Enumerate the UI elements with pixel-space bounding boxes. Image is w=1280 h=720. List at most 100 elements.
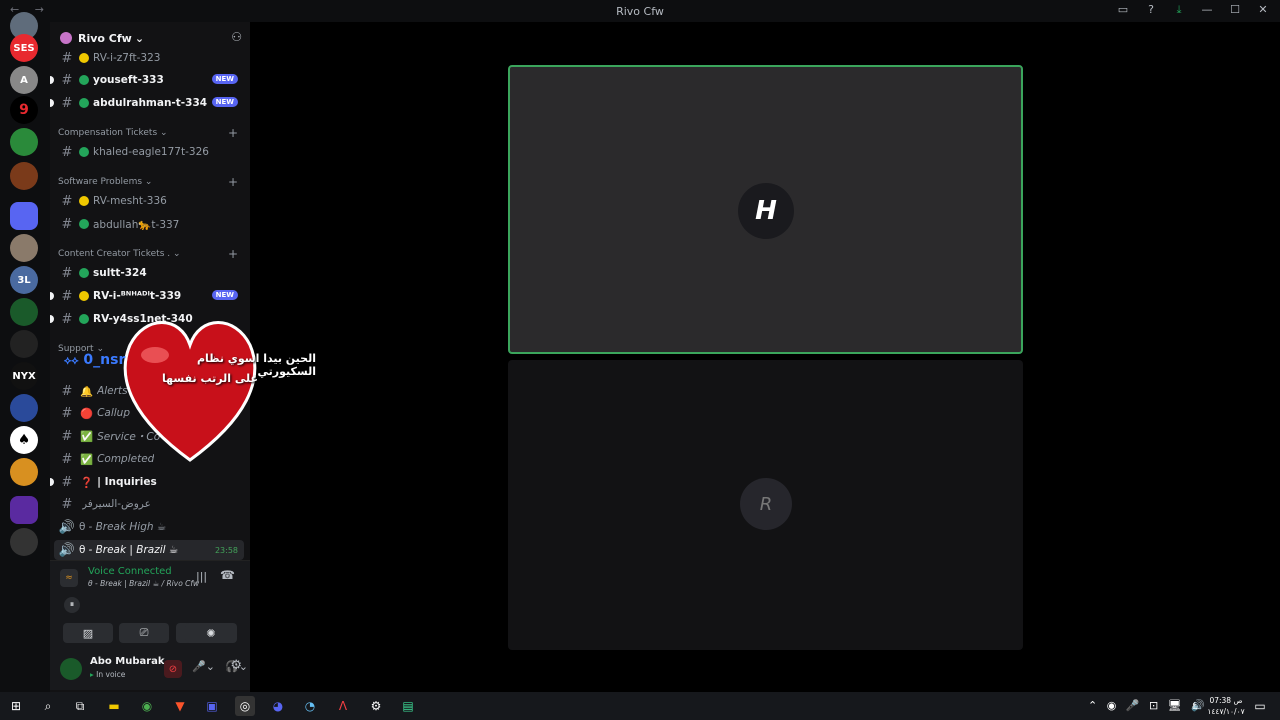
clock-time: 07:38 ص [1209, 696, 1243, 705]
server-icon[interactable]: ♠ [10, 426, 38, 454]
steam-icon[interactable]: ◔ [300, 696, 320, 716]
add-channel-icon[interactable]: + [228, 126, 238, 140]
close-button[interactable]: ✕ [1256, 3, 1270, 17]
channel-name: RV-i-z7ft-323 [93, 52, 161, 64]
username[interactable]: Abo Mubarak [90, 656, 165, 667]
task-view-icon[interactable]: ⧉ [70, 696, 90, 716]
folder-icon[interactable] [10, 202, 38, 230]
server-icon[interactable]: SES [10, 34, 38, 62]
channel-name: - Break | Brazil ☕ [88, 544, 179, 556]
noise-suppression-icon[interactable]: ||| [196, 570, 207, 583]
channel-emoji: ❓ [80, 476, 94, 489]
input-language[interactable]: ع [1192, 700, 1197, 710]
add-channel-icon[interactable]: + [228, 175, 238, 189]
participant-tile-speaking[interactable]: H [508, 65, 1023, 354]
help-icon[interactable]: ? [1144, 3, 1158, 17]
krisp-icon[interactable]: ⏸ [64, 597, 80, 613]
camera-off-button[interactable]: ▨ [63, 623, 113, 643]
server-icon[interactable] [10, 458, 38, 486]
voice-channel-name[interactable]: θ - Break | Brazil ☕ / Rivo Cfw [88, 579, 199, 588]
server-icon[interactable]: A [10, 66, 38, 94]
category-label: Compensation Tickets [58, 128, 158, 138]
voice-channel-item[interactable]: 🔊 θ - Break High ☕ [54, 517, 244, 537]
start-button[interactable]: ⊞ [6, 696, 26, 716]
status-dot [79, 75, 89, 85]
channel-item[interactable]: # youseft-333 NEW [50, 70, 244, 90]
folder-icon[interactable] [10, 496, 38, 524]
hash-icon: # [61, 144, 73, 160]
server-icon[interactable] [10, 394, 38, 422]
overlay-line2: على الرتب نفسها [162, 372, 258, 385]
server-icon[interactable]: 3L [10, 266, 38, 294]
server-icon[interactable] [10, 298, 38, 326]
server-icon[interactable] [10, 128, 38, 156]
category-label: Content Creator Tickets . [58, 249, 171, 259]
app-icon[interactable]: ▣ [202, 696, 222, 716]
channel-item[interactable]: # sultt-324 [54, 263, 244, 283]
discord-icon[interactable]: ◕ [268, 696, 288, 716]
overlay-user: ⟡⟡ 0_nsr [64, 352, 125, 368]
app-icon[interactable]: ▤ [398, 696, 418, 716]
server-icon[interactable]: 9 [10, 96, 38, 124]
server-icon[interactable] [10, 528, 38, 556]
channel-name: RV-mesht-336 [93, 195, 167, 207]
server-icon[interactable] [10, 330, 38, 358]
hash-icon: # [61, 288, 73, 304]
inbox-icon[interactable]: ▭ [1116, 3, 1130, 17]
notification-icon[interactable]: ▭ [1250, 696, 1270, 716]
chrome-icon[interactable]: ◉ [137, 696, 157, 716]
category-software[interactable]: Software Problems ⌄ + [58, 175, 238, 189]
server-icon[interactable]: NYX [10, 362, 38, 390]
channel-item[interactable]: # عروض-السيرفر [54, 494, 244, 514]
status-dot [79, 291, 89, 301]
unread-pip [50, 292, 54, 300]
server-icon[interactable] [10, 234, 38, 262]
download-icon[interactable]: ⤓ [1172, 3, 1186, 17]
clock-date: ١٤٤٧/١٠/٠٧ [1207, 707, 1245, 716]
channel-item[interactable]: # RV-i-z7ft-323 [54, 48, 244, 68]
hash-icon: # [61, 496, 73, 512]
participant-tile[interactable]: R [508, 360, 1023, 650]
camera-muted-icon[interactable]: ⊘ [164, 660, 182, 678]
server-list: SES A 9 3L NYX ♠ [0, 12, 50, 692]
disconnect-icon[interactable]: ☎ [220, 568, 235, 582]
add-channel-icon[interactable]: + [228, 247, 238, 261]
unread-pip [50, 478, 54, 486]
channel-item[interactable]: # abdullah🐆t-337 [54, 214, 244, 234]
avatar[interactable] [60, 658, 82, 680]
clock[interactable]: 07:38 ص ١٤٤٧/١٠/٠٧ [1206, 695, 1246, 717]
new-badge: NEW [211, 97, 238, 107]
channel-item[interactable]: # khaled-eagle177t-326 [54, 142, 244, 162]
add-member-icon[interactable]: ⚇ [231, 30, 242, 44]
maximize-button[interactable]: ☐ [1228, 3, 1242, 17]
channel-name: - Break High ☕ [88, 521, 167, 533]
windows-taskbar: ⊞ ⌕ ⧉ ▬ ◉ ▼ ▣ ◎ ◕ ◔ Λ ⚙ ▤ ⌃ ◉ 🎤 ⊡ 🖥 🔊 ع … [0, 692, 1280, 720]
server-icon[interactable] [10, 162, 38, 190]
system-tray[interactable]: ⌃ ◉ 🎤 ⊡ 🖥 🔊 [1088, 699, 1208, 712]
speaker-icon: 🔊 [58, 542, 76, 558]
channel-item[interactable]: # RV-mesht-336 [54, 191, 244, 211]
channel-item[interactable]: # abdulrahman-t-334 NEW [50, 93, 244, 113]
settings-gear-icon[interactable]: ⚙ [230, 658, 242, 673]
voice-status[interactable]: Voice Connected [88, 566, 172, 577]
microphone-icon[interactable]: 🎤⌄ [192, 660, 215, 673]
hash-icon: # [61, 216, 73, 232]
brave-icon[interactable]: ▼ [170, 696, 190, 716]
screen-share-button[interactable]: ⎚ [119, 623, 169, 643]
channel-item[interactable]: # ❓ | Inquiries [50, 472, 244, 492]
obs-icon[interactable]: ◎ [235, 696, 255, 716]
channel-prefix: θ [79, 544, 86, 556]
category-compensation[interactable]: Compensation Tickets ⌄ + [58, 126, 238, 140]
voice-channel-item[interactable]: 🔊 θ - Break | Brazil ☕ 23:58 [54, 540, 244, 560]
category-content[interactable]: Content Creator Tickets . ⌄ + [58, 247, 238, 261]
minimize-button[interactable]: — [1200, 3, 1214, 17]
hash-icon: # [61, 50, 73, 66]
search-icon[interactable]: ⌕ [38, 696, 58, 716]
file-explorer-icon[interactable]: ▬ [104, 696, 124, 716]
settings-icon[interactable]: ⚙ [366, 696, 386, 716]
category-label: Software Problems [58, 177, 143, 187]
soundboard-button[interactable]: ✺ [185, 623, 237, 643]
channel-item[interactable]: # RV-i-ᴮᴺᴴᴬᴰᴵt-339 NEW [50, 286, 244, 306]
app-icon[interactable]: Λ [333, 696, 353, 716]
signal-icon[interactable]: ≈ [60, 569, 78, 587]
